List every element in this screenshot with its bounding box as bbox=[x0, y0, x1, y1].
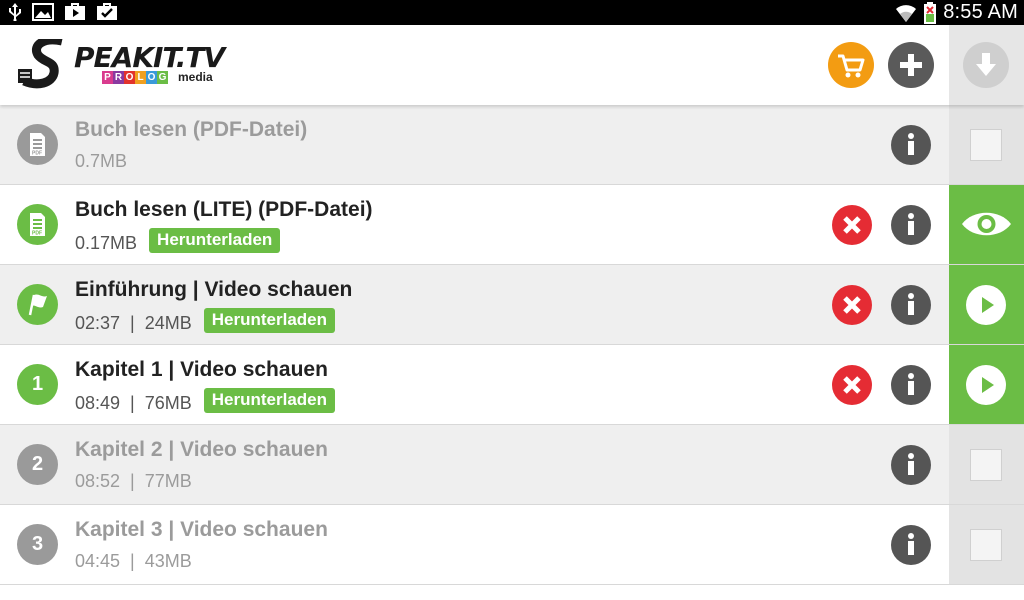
usb-icon bbox=[8, 3, 22, 21]
battery-icon bbox=[923, 1, 937, 24]
task-done-icon bbox=[96, 3, 118, 21]
cart-icon bbox=[838, 54, 865, 78]
add-button[interactable] bbox=[888, 42, 934, 88]
list-item[interactable]: 1 Kapitel 1 | Video schauen 08:49 | 76MB… bbox=[0, 345, 1024, 425]
play-icon bbox=[966, 285, 1006, 325]
pdf-icon: PDF bbox=[30, 133, 45, 157]
cart-button[interactable] bbox=[828, 42, 874, 88]
info-icon bbox=[908, 293, 914, 315]
clock: 8:55 AM bbox=[943, 1, 1018, 23]
header-download-panel bbox=[949, 25, 1024, 105]
download-badge: Herunterladen bbox=[203, 388, 335, 413]
pdf-icon: PDF bbox=[30, 213, 45, 237]
info-button[interactable] bbox=[891, 205, 931, 245]
select-checkbox[interactable] bbox=[970, 129, 1002, 161]
logo-media-text: media bbox=[178, 70, 213, 84]
info-button[interactable] bbox=[891, 125, 931, 165]
chapter-number-badge: 1 bbox=[17, 364, 58, 405]
logo-letter: L bbox=[135, 71, 146, 84]
list-item[interactable]: Einführung | Video schauen 02:37 | 24MB H… bbox=[0, 265, 1024, 345]
item-type-badge bbox=[17, 284, 58, 325]
flag-icon bbox=[28, 294, 47, 316]
info-button[interactable] bbox=[891, 445, 931, 485]
item-action-panel bbox=[949, 505, 1024, 584]
close-icon bbox=[843, 216, 861, 234]
play-icon bbox=[966, 365, 1006, 405]
list-item[interactable]: 2 Kapitel 2 | Video schauen 08:52 | 77MB bbox=[0, 425, 1024, 505]
svg-text:PDF: PDF bbox=[32, 151, 42, 157]
logo-letter: O bbox=[124, 71, 135, 84]
select-checkbox[interactable] bbox=[970, 449, 1002, 481]
app-header: PEAKIT.TV P R O L O G media bbox=[0, 25, 1024, 105]
item-meta: 0.17MB Herunterladen bbox=[75, 228, 281, 256]
item-title: Kapitel 2 | Video schauen bbox=[75, 438, 328, 461]
delete-button[interactable] bbox=[832, 285, 872, 325]
logo-letter: G bbox=[157, 71, 168, 84]
list-item[interactable]: PDF Buch lesen (PDF-Datei) 0.7MB bbox=[0, 105, 1024, 185]
play-button[interactable] bbox=[949, 345, 1024, 424]
item-size: 0.17MB bbox=[75, 233, 138, 253]
chapter-number: 1 bbox=[31, 373, 44, 395]
delete-button[interactable] bbox=[832, 365, 872, 405]
item-title: Buch lesen (PDF-Datei) bbox=[75, 118, 308, 141]
info-button[interactable] bbox=[891, 285, 931, 325]
item-title: Buch lesen (LITE) (PDF-Datei) bbox=[75, 198, 373, 221]
item-duration-size: 08:49 | 76MB bbox=[75, 393, 192, 413]
item-action-panel bbox=[949, 425, 1024, 504]
info-icon bbox=[908, 133, 914, 155]
eye-icon bbox=[962, 212, 1011, 236]
item-meta: 02:37 | 24MB Herunterladen bbox=[75, 308, 335, 336]
item-type-badge: PDF bbox=[17, 204, 58, 245]
info-button[interactable] bbox=[891, 525, 931, 565]
play-store-icon bbox=[64, 3, 86, 21]
download-all-button[interactable] bbox=[963, 42, 1009, 88]
close-icon bbox=[843, 376, 861, 394]
item-meta: 08:49 | 76MB Herunterladen bbox=[75, 388, 335, 416]
speakit-logo: PEAKIT.TV P R O L O G media bbox=[16, 39, 236, 95]
select-checkbox[interactable] bbox=[970, 529, 1002, 561]
logo-letter: O bbox=[146, 71, 157, 84]
gallery-icon bbox=[32, 3, 54, 21]
info-icon bbox=[908, 213, 914, 235]
list-item[interactable]: PDF Buch lesen (LITE) (PDF-Datei) 0.17MB… bbox=[0, 185, 1024, 265]
info-icon bbox=[908, 373, 914, 395]
item-size: 0.7MB bbox=[75, 151, 128, 171]
item-meta: 04:45 | 43MB bbox=[75, 551, 192, 572]
chapter-number: 2 bbox=[31, 453, 44, 475]
item-duration-size: 02:37 | 24MB bbox=[75, 313, 192, 333]
item-title: Einführung | Video schauen bbox=[75, 278, 353, 301]
chapter-number: 3 bbox=[31, 533, 44, 555]
item-action-panel bbox=[949, 105, 1024, 184]
item-title: Kapitel 3 | Video schauen bbox=[75, 518, 328, 541]
prolog-strip: P R O L O G bbox=[102, 71, 168, 84]
delete-button[interactable] bbox=[832, 205, 872, 245]
item-meta: 0.7MB bbox=[75, 151, 127, 172]
status-bar: 8:55 AM bbox=[0, 0, 1024, 25]
chapter-number-badge: 3 bbox=[17, 524, 58, 565]
info-icon bbox=[908, 453, 914, 475]
download-icon bbox=[976, 53, 996, 76]
item-meta: 08:52 | 77MB bbox=[75, 471, 192, 492]
close-icon bbox=[843, 296, 861, 314]
item-type-badge: PDF bbox=[17, 124, 58, 165]
wifi-icon bbox=[895, 3, 917, 23]
info-icon bbox=[908, 533, 914, 555]
item-title: Kapitel 1 | Video schauen bbox=[75, 358, 328, 381]
download-badge: Herunterladen bbox=[203, 308, 335, 333]
plus-icon bbox=[900, 54, 922, 76]
content-list: PDF Buch lesen (PDF-Datei) 0.7MB PDF Buc… bbox=[0, 105, 1024, 585]
logo-letter: R bbox=[113, 71, 124, 84]
play-button[interactable] bbox=[949, 265, 1024, 344]
chapter-number-badge: 2 bbox=[17, 444, 58, 485]
item-duration-size: 08:52 | 77MB bbox=[75, 471, 192, 491]
item-duration-size: 04:45 | 43MB bbox=[75, 551, 192, 571]
logo-letter: P bbox=[102, 71, 113, 84]
download-badge: Herunterladen bbox=[149, 228, 281, 253]
svg-text:PDF: PDF bbox=[32, 231, 42, 237]
info-button[interactable] bbox=[891, 365, 931, 405]
view-button[interactable] bbox=[949, 185, 1024, 264]
list-item[interactable]: 3 Kapitel 3 | Video schauen 04:45 | 43MB bbox=[0, 505, 1024, 585]
